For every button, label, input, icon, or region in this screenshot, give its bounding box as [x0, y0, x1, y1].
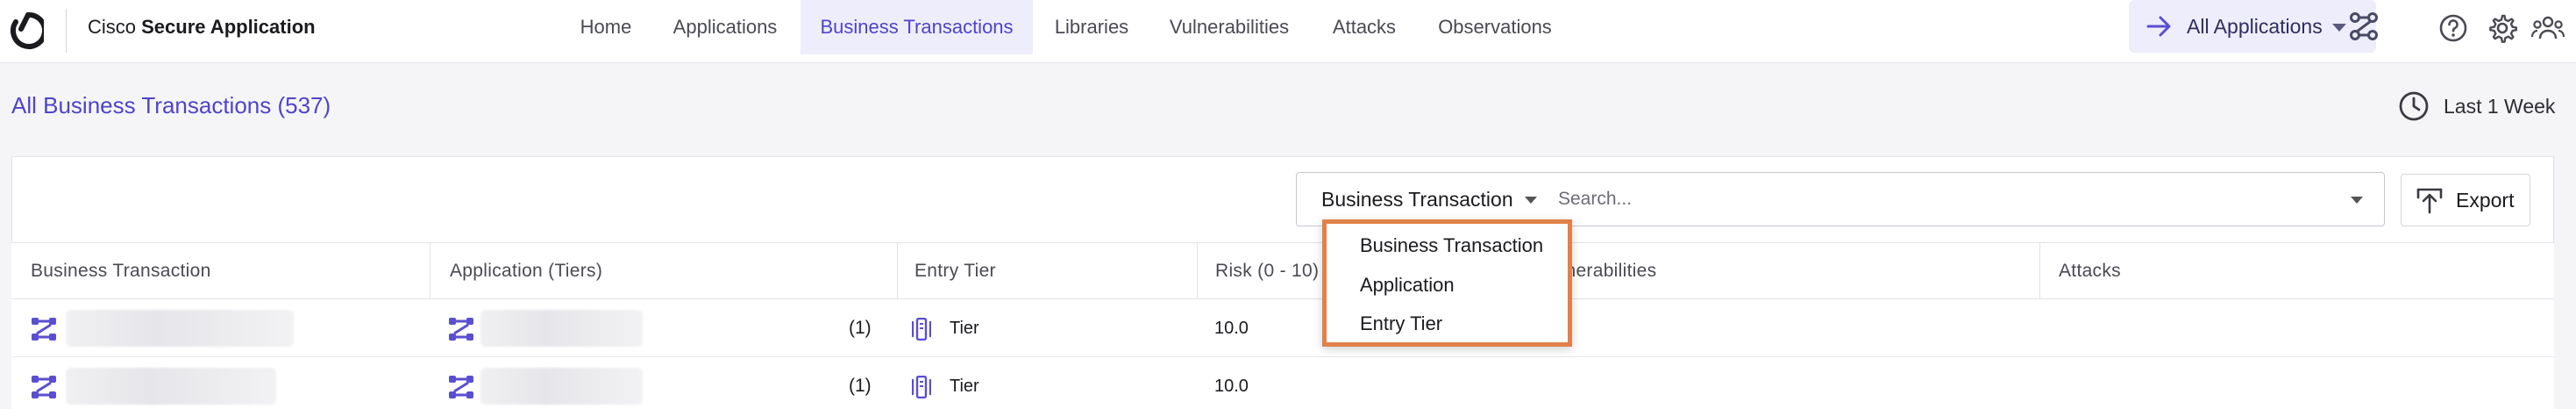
redacted-transaction-name [66, 310, 294, 347]
business-transaction-icon [449, 318, 473, 341]
search-field-dropdown: Business Transaction Application Entry T… [1322, 219, 1572, 347]
dropdown-option-entry-tier[interactable]: Entry Tier [1360, 305, 1442, 343]
business-transaction-icon [32, 318, 56, 341]
clock-icon [2399, 91, 2429, 121]
column-header-attacks[interactable]: Attacks [2059, 243, 2121, 298]
dropdown-option-business-transaction[interactable]: Business Transaction [1360, 226, 1543, 265]
chevron-down-icon[interactable] [2351, 197, 2363, 204]
gear-icon[interactable] [2487, 13, 2517, 43]
application-selector[interactable]: All Applications [2129, 0, 2378, 53]
table-row[interactable]: (1) Tier 10.0 [11, 299, 2554, 357]
entry-tier-value[interactable]: Tier [950, 299, 979, 357]
top-navigation-bar: Cisco Secure Application Home Applicatio… [0, 0, 2576, 63]
time-range-label: Last 1 Week [2444, 95, 2556, 118]
redacted-application-name [480, 368, 643, 405]
nav-observations[interactable]: Observations [1429, 0, 1561, 54]
application-selector-label: All Applications [2187, 15, 2323, 38]
nav-applications[interactable]: Applications [659, 0, 791, 54]
nav-business-transactions[interactable]: Business Transactions [801, 0, 1033, 54]
column-header-risk[interactable]: Risk (0 - 10) [1215, 243, 1319, 298]
chevron-down-icon [2332, 24, 2346, 32]
table-row[interactable]: (1) Tier 10.0 [11, 357, 2554, 409]
product-name: Cisco Secure Application [88, 16, 316, 38]
search-field-selector[interactable]: Business Transaction [1321, 173, 1513, 226]
business-transaction-icon [449, 376, 473, 398]
search-bar: Business Transaction [1296, 172, 2385, 226]
export-label: Export [2456, 189, 2515, 212]
redacted-application-name [480, 310, 643, 347]
table-header: Business Transaction Application (Tiers)… [11, 242, 2554, 299]
column-header-business-transaction[interactable]: Business Transaction [31, 243, 211, 298]
application-tier-count: (1) [849, 318, 872, 338]
dropdown-option-application[interactable]: Application [1360, 266, 1455, 305]
export-icon [2416, 188, 2443, 214]
nav-home[interactable]: Home [565, 0, 647, 54]
column-divider [897, 243, 898, 298]
search-input[interactable] [1558, 182, 2312, 217]
risk-value: 10.0 [1214, 377, 1249, 396]
logo-divider [66, 9, 67, 53]
redacted-transaction-name [66, 368, 276, 405]
risk-value: 10.0 [1214, 319, 1249, 338]
chevron-down-icon[interactable] [1525, 197, 1537, 204]
nav-libraries[interactable]: Libraries [1043, 0, 1140, 54]
tier-icon [912, 318, 931, 341]
tier-icon [912, 376, 931, 398]
entry-tier-value[interactable]: Tier [950, 357, 979, 409]
flow-icon[interactable] [2350, 12, 2378, 40]
column-header-entry-tier[interactable]: Entry Tier [914, 243, 996, 298]
cisco-logo-icon[interactable] [9, 11, 44, 52]
arrow-right-icon [2146, 16, 2171, 37]
users-icon[interactable] [2531, 13, 2565, 43]
column-header-application-tiers[interactable]: Application (Tiers) [450, 243, 602, 298]
help-icon[interactable] [2438, 13, 2468, 43]
nav-vulnerabilities[interactable]: Vulnerabilities [1159, 0, 1299, 54]
nav-attacks[interactable]: Attacks [1322, 0, 1406, 54]
business-transaction-icon [32, 376, 56, 398]
column-divider [2039, 243, 2040, 298]
page-title: All Business Transactions (537) [11, 92, 331, 118]
column-divider [1197, 243, 1198, 298]
export-button[interactable]: Export [2401, 174, 2530, 226]
column-divider [430, 243, 431, 298]
application-tier-count: (1) [849, 376, 872, 396]
